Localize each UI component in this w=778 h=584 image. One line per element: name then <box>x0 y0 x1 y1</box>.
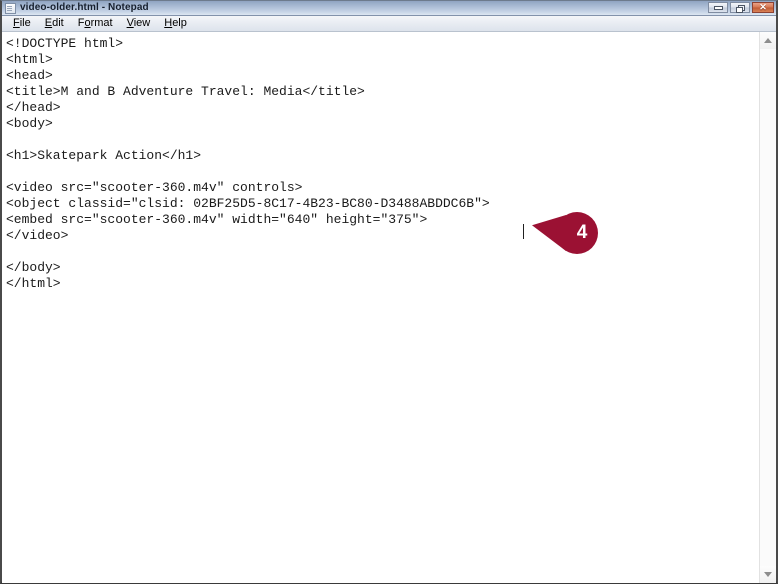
scroll-down-arrow-icon <box>764 572 772 577</box>
text-caret <box>523 224 524 239</box>
menu-help-rest: elp <box>172 17 187 29</box>
menu-edit-rest: dit <box>52 17 64 29</box>
menu-item-format[interactable]: Format <box>71 16 120 31</box>
close-button[interactable]: ✕ <box>752 2 774 13</box>
menu-view-accesskey: V <box>126 17 134 29</box>
scroll-down-button[interactable] <box>760 566 776 583</box>
menu-edit-accesskey: E <box>44 17 53 29</box>
window-title: video-older.html - Notepad <box>20 2 149 13</box>
menu-help-accesskey: H <box>164 17 173 29</box>
menu-item-edit[interactable]: Edit <box>38 16 71 31</box>
notepad-document-icon <box>5 2 16 14</box>
scroll-up-arrow-icon <box>764 38 772 43</box>
close-icon: ✕ <box>759 2 767 12</box>
menu-bar: File Edit Format View Help <box>2 16 776 32</box>
source-code-text[interactable]: <!DOCTYPE html> <html> <head> <title>M a… <box>6 36 490 292</box>
scroll-up-button[interactable] <box>760 32 776 49</box>
menu-item-file[interactable]: File <box>6 16 38 31</box>
callout-badge-4: 4 <box>532 212 598 254</box>
restore-icon-front <box>736 7 743 13</box>
window-controls: ✕ <box>708 2 774 13</box>
menu-format-rest: rmat <box>90 17 113 29</box>
menu-item-help[interactable]: Help <box>157 16 194 31</box>
callout-number: 4 <box>576 222 588 243</box>
restore-button[interactable] <box>730 2 750 13</box>
menu-item-view[interactable]: View <box>120 16 158 31</box>
menu-file-rest: ile <box>19 17 31 29</box>
client-area: <!DOCTYPE html> <html> <head> <title>M a… <box>2 32 776 583</box>
menu-file-accesskey: F <box>13 17 20 29</box>
title-bar[interactable]: video-older.html - Notepad ✕ <box>2 1 776 16</box>
scrollbar-track[interactable] <box>760 49 776 566</box>
text-editor-area[interactable]: <!DOCTYPE html> <html> <head> <title>M a… <box>2 32 759 583</box>
menu-view-rest: iew <box>133 17 151 29</box>
minimize-icon <box>714 6 723 10</box>
vertical-scrollbar[interactable] <box>759 32 776 583</box>
notepad-window: video-older.html - Notepad ✕ File Edit F… <box>0 0 778 584</box>
minimize-button[interactable] <box>708 2 728 13</box>
